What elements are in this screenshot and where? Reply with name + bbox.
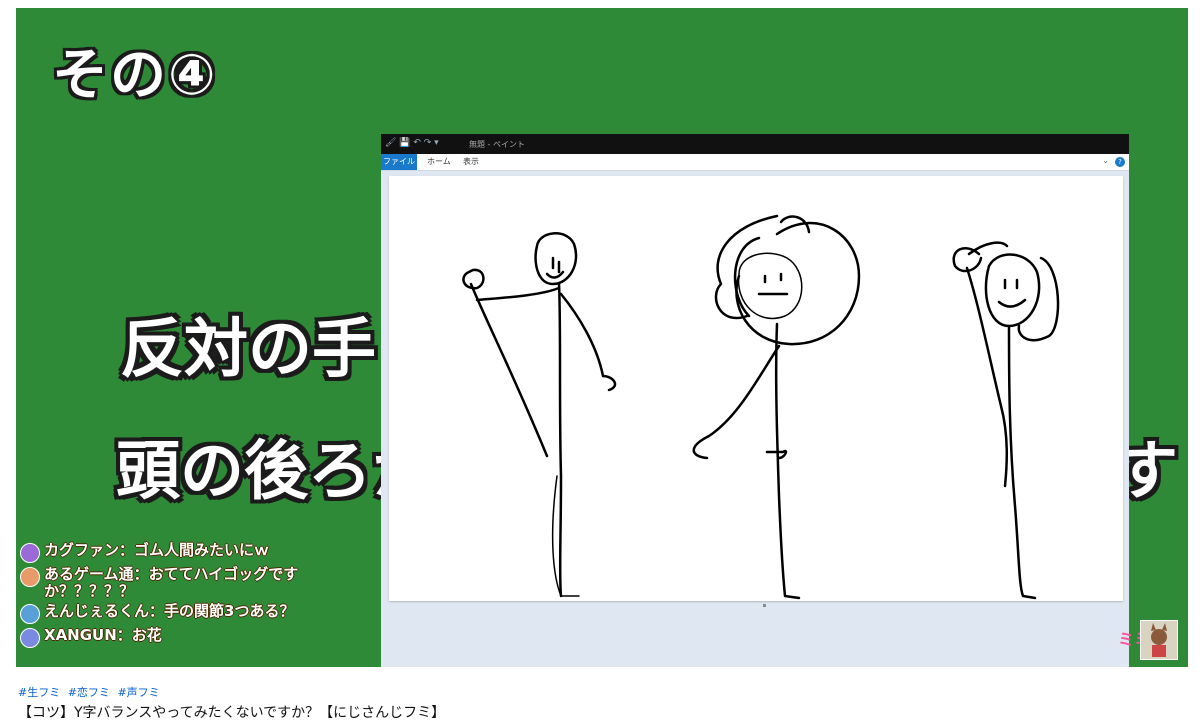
chat-avatar: [20, 543, 40, 563]
paint-ribbon: ファイル ホーム 表示 ⌄ ?: [381, 154, 1129, 171]
chat-text: お花: [131, 626, 162, 644]
tab-file[interactable]: ファイル: [381, 154, 417, 170]
hashtag-link[interactable]: #生フミ: [18, 686, 60, 699]
paint-window-title: 無題 - ペイント: [469, 140, 525, 149]
chat-message: XANGUN：お花: [20, 627, 400, 648]
stick-figure-drawing: [462, 214, 1060, 600]
live-chat-overlay: カグファン：ゴム人間みたいにｗ あるゲーム通：おててハイゴッグですか？？？？？ …: [20, 542, 400, 651]
chat-avatar: [20, 567, 40, 587]
chat-text: 手の関節3つある？: [164, 602, 295, 620]
tab-view[interactable]: 表示: [463, 154, 479, 170]
chat-text: ゴム人間みたいにｗ: [134, 541, 270, 559]
chat-avatar: [20, 604, 40, 624]
quick-access-toolbar-icon[interactable]: 🖌 💾 ↶ ↷ ▾: [385, 138, 439, 148]
chat-message: カグファン：ゴム人間みたいにｗ: [20, 542, 400, 563]
chat-message: えんじぇるくん：手の関節3つある？: [20, 603, 400, 624]
paint-canvas[interactable]: [389, 176, 1123, 601]
ribbon-collapse-icon[interactable]: ⌄: [1102, 156, 1109, 165]
chat-author: カグファン: [44, 541, 120, 559]
chat-author: XANGUN: [44, 626, 117, 644]
paint-titlebar: 🖌 💾 ↶ ↷ ▾ 無題 - ペイント: [381, 134, 1129, 154]
section-title: その④: [52, 43, 218, 108]
chat-author: あるゲーム通: [44, 565, 134, 583]
help-icon[interactable]: ?: [1115, 157, 1125, 167]
chat-author: えんじぇるくん: [44, 602, 150, 620]
tab-home[interactable]: ホーム: [427, 154, 451, 170]
chat-avatar: [20, 628, 40, 648]
chat-message: あるゲーム通：おててハイゴッグですか？？？？？: [20, 566, 400, 600]
video-title: 【コツ】Y字バランスやってみたくないですか？【にじさんじフミ】: [18, 705, 446, 721]
hashtag-list: #生フミ #恋フミ #声フミ: [18, 684, 164, 700]
streamer-avatar: [1140, 620, 1178, 660]
paint-window: 🖌 💾 ↶ ↷ ▾ 無題 - ペイント ファイル ホーム 表示 ⌄ ?: [381, 134, 1129, 667]
caption-line-1: 反対の手: [120, 313, 376, 387]
hashtag-link[interactable]: #恋フミ: [68, 686, 110, 699]
canvas-resize-handle[interactable]: [763, 604, 766, 607]
video-player[interactable]: その④ 反対の手 頭の後ろか す 🖌 💾 ↶ ↷ ▾ 無題 - ペイント ファイ…: [16, 8, 1188, 667]
hashtag-link[interactable]: #声フミ: [117, 686, 159, 699]
